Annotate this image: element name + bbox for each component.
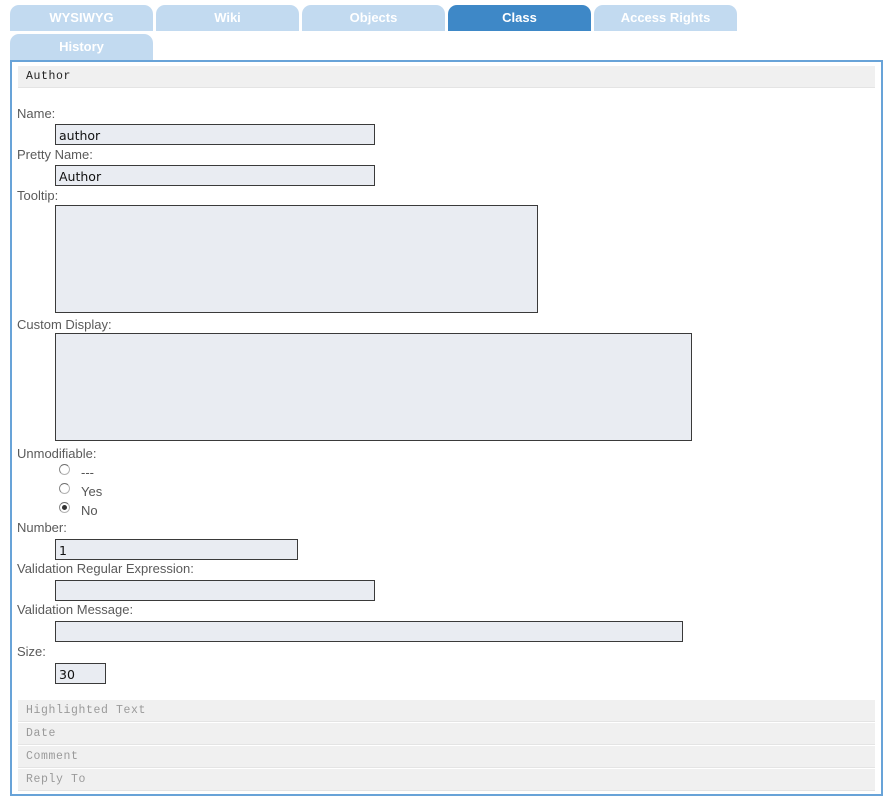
pretty-name-input[interactable] — [55, 165, 375, 186]
tooltip-textarea[interactable] — [55, 205, 538, 313]
size-input[interactable] — [55, 663, 106, 684]
validation-regex-input[interactable] — [55, 580, 375, 601]
property-header-date[interactable]: Date — [18, 723, 875, 745]
property-title: Comment — [26, 750, 79, 763]
radio-label: Yes — [81, 484, 103, 499]
name-input[interactable] — [55, 124, 375, 145]
tab-label: Objects — [349, 10, 398, 25]
validation-message-input[interactable] — [55, 621, 683, 642]
property-header-author[interactable]: Author — [18, 66, 875, 88]
property-title: Author — [26, 70, 72, 83]
radio-button-selected[interactable] — [59, 502, 70, 513]
property-header-highlighted-text[interactable]: Highlighted Text — [18, 700, 875, 722]
custom-display-label: Custom Display: — [17, 317, 112, 332]
radio-dot — [62, 505, 67, 510]
tab-wysiwyg[interactable]: WYSIWYG — [10, 5, 153, 31]
property-title: Reply To — [26, 773, 87, 786]
validation-regex-label: Validation Regular Expression: — [17, 561, 194, 576]
tab-label: WYSIWYG — [49, 10, 114, 25]
tab-label: Wiki — [214, 10, 241, 25]
class-editor-panel: Author Name: Pretty Name: Tooltip: Custo… — [10, 60, 883, 796]
tab-access-rights[interactable]: Access Rights — [594, 5, 737, 31]
radio-button[interactable] — [59, 483, 70, 494]
radio-button[interactable] — [59, 464, 70, 475]
unmodifiable-label: Unmodifiable: — [17, 446, 97, 461]
tab-wiki[interactable]: Wiki — [156, 5, 299, 31]
property-header-comment[interactable]: Comment — [18, 746, 875, 768]
tooltip-label: Tooltip: — [17, 188, 59, 203]
pretty-name-label: Pretty Name: — [17, 147, 93, 162]
tab-label: Access Rights — [620, 10, 711, 25]
tab-label: History — [59, 39, 104, 54]
validation-message-label: Validation Message: — [17, 602, 134, 617]
radio-label: --- — [81, 465, 94, 480]
tab-class[interactable]: Class — [448, 5, 591, 31]
radio-label: No — [81, 503, 98, 518]
name-label: Name: — [17, 106, 56, 121]
number-label: Number: — [17, 520, 67, 535]
tab-objects[interactable]: Objects — [302, 5, 445, 31]
property-title: Highlighted Text — [26, 704, 147, 717]
property-title: Date — [26, 727, 57, 740]
custom-display-textarea[interactable] — [55, 333, 692, 441]
tab-label: Class — [502, 10, 537, 25]
property-header-reply-to[interactable]: Reply To — [18, 769, 875, 791]
number-input[interactable] — [55, 539, 298, 560]
size-label: Size: — [17, 644, 46, 659]
tab-history[interactable]: History — [10, 34, 153, 60]
